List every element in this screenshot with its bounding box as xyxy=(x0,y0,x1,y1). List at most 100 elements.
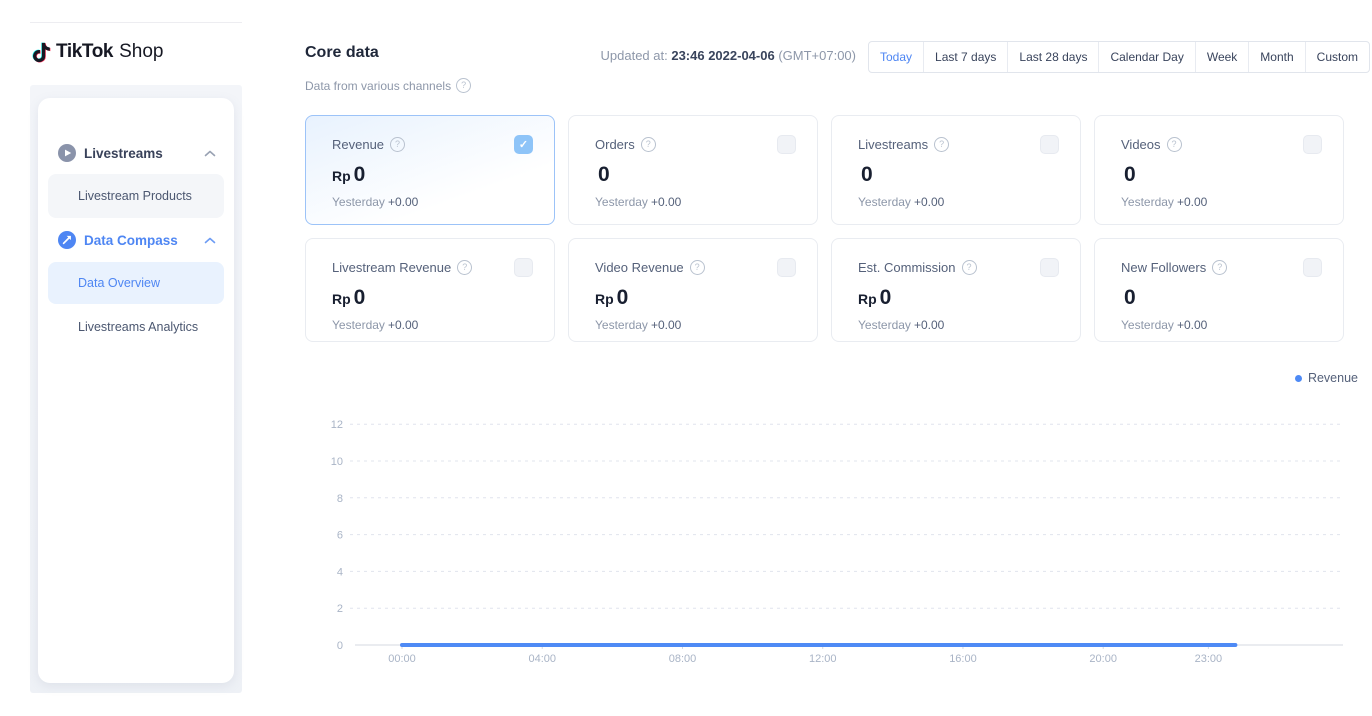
metric-checkbox[interactable]: ✓ xyxy=(514,135,533,154)
chevron-up-icon[interactable] xyxy=(204,237,216,244)
svg-text:0: 0 xyxy=(337,640,343,652)
metric-card-revenue[interactable]: Revenue?✓ Rp0 Yesterday+0.00 xyxy=(305,115,555,225)
svg-text:12: 12 xyxy=(331,419,343,431)
metric-checkbox[interactable] xyxy=(777,258,796,277)
chevron-up-icon[interactable] xyxy=(204,150,216,157)
revenue-line-chart: 02468101200:0004:0008:0012:0016:0020:002… xyxy=(303,385,1372,685)
compare-label: Yesterday xyxy=(1121,318,1174,332)
tab-week[interactable]: Week xyxy=(1196,42,1249,72)
tab-today[interactable]: Today xyxy=(869,42,924,72)
svg-text:20:00: 20:00 xyxy=(1089,653,1117,665)
tab-custom[interactable]: Custom xyxy=(1306,42,1369,72)
sidebar-item-livestreams-analytics[interactable]: Livestreams Analytics xyxy=(48,316,224,338)
svg-text:08:00: 08:00 xyxy=(669,653,697,665)
metric-checkbox[interactable] xyxy=(1040,258,1059,277)
metric-checkbox[interactable] xyxy=(1040,135,1059,154)
compare-label: Yesterday xyxy=(332,318,385,332)
help-icon[interactable]: ? xyxy=(641,137,656,152)
page-subtitle: Data from various channels ? xyxy=(305,78,471,93)
metric-checkbox[interactable] xyxy=(777,135,796,154)
metric-label: New Followers xyxy=(1121,260,1206,275)
metric-label: Video Revenue xyxy=(595,260,684,275)
help-icon[interactable]: ? xyxy=(390,137,405,152)
metric-checkbox[interactable] xyxy=(514,258,533,277)
metric-checkbox[interactable] xyxy=(1303,258,1322,277)
updated-time: 23:46 2022-04-06 xyxy=(671,48,774,63)
metric-card-est-commission[interactable]: Est. Commission? Rp0 Yesterday+0.00 xyxy=(831,238,1081,342)
change-value: +0.00 xyxy=(651,318,681,332)
help-icon[interactable]: ? xyxy=(934,137,949,152)
date-range-tabs: Today Last 7 days Last 28 days Calendar … xyxy=(868,41,1370,73)
metric-card-new-followers[interactable]: New Followers? 0 Yesterday+0.00 xyxy=(1094,238,1344,342)
tiktok-note-icon xyxy=(30,41,53,64)
metric-card-livestreams[interactable]: Livestreams? 0 Yesterday+0.00 xyxy=(831,115,1081,225)
metric-checkbox[interactable] xyxy=(1303,135,1322,154)
svg-text:10: 10 xyxy=(331,456,343,468)
metric-value: Rp0 xyxy=(595,286,795,310)
svg-text:6: 6 xyxy=(337,530,343,542)
metric-card-livestream-revenue[interactable]: Livestream Revenue? Rp0 Yesterday+0.00 xyxy=(305,238,555,342)
tiktok-shop-logo: TikTok Shop xyxy=(30,38,163,66)
change-value: +0.00 xyxy=(651,195,681,209)
svg-text:04:00: 04:00 xyxy=(528,653,556,665)
legend-item-revenue[interactable]: Revenue xyxy=(1295,371,1358,385)
tab-last-7-days[interactable]: Last 7 days xyxy=(924,42,1008,72)
brand-name-shop: Shop xyxy=(119,41,163,63)
sidebar-item-label: Livestreams Analytics xyxy=(78,320,198,334)
page-title: Core data xyxy=(305,44,379,62)
play-circle-icon xyxy=(58,144,76,162)
help-icon[interactable]: ? xyxy=(962,260,977,275)
svg-text:4: 4 xyxy=(337,566,343,578)
metric-label: Livestreams xyxy=(858,137,928,152)
compass-arrow-icon xyxy=(58,231,76,249)
metric-value: Rp0 xyxy=(858,286,1058,310)
metric-label: Revenue xyxy=(332,137,384,152)
sidebar: Livestreams Livestream Products Data Com… xyxy=(30,85,242,693)
compare-label: Yesterday xyxy=(858,195,911,209)
change-value: +0.00 xyxy=(914,318,944,332)
brand-name-bold: TikTok xyxy=(56,41,113,63)
compare-label: Yesterday xyxy=(858,318,911,332)
sidebar-item-data-compass[interactable]: Data Compass xyxy=(38,229,234,251)
compare-label: Yesterday xyxy=(332,195,385,209)
help-icon[interactable]: ? xyxy=(690,260,705,275)
legend-dot xyxy=(1295,375,1302,382)
svg-text:2: 2 xyxy=(337,603,343,615)
help-icon[interactable]: ? xyxy=(456,78,471,93)
compare-label: Yesterday xyxy=(595,318,648,332)
svg-text:00:00: 00:00 xyxy=(388,653,416,665)
updated-at: Updated at: 23:46 2022-04-06 (GMT+07:00) xyxy=(601,48,857,63)
metric-value: 0 xyxy=(595,163,795,187)
tab-last-28-days[interactable]: Last 28 days xyxy=(1008,42,1099,72)
change-value: +0.00 xyxy=(388,318,418,332)
sidebar-item-livestream-products[interactable]: Livestream Products xyxy=(48,174,224,218)
metric-card-video-revenue[interactable]: Video Revenue? Rp0 Yesterday+0.00 xyxy=(568,238,818,342)
help-icon[interactable]: ? xyxy=(1167,137,1182,152)
updated-timezone: (GMT+07:00) xyxy=(778,48,856,63)
change-value: +0.00 xyxy=(1177,195,1207,209)
tab-month[interactable]: Month xyxy=(1249,42,1305,72)
help-icon[interactable]: ? xyxy=(457,260,472,275)
legend-label: Revenue xyxy=(1308,371,1358,385)
metric-card-orders[interactable]: Orders? 0 Yesterday+0.00 xyxy=(568,115,818,225)
metric-value: 0 xyxy=(1121,163,1321,187)
metric-label: Orders xyxy=(595,137,635,152)
sidebar-item-data-overview[interactable]: Data Overview xyxy=(48,262,224,304)
metric-card-videos[interactable]: Videos? 0 Yesterday+0.00 xyxy=(1094,115,1344,225)
metric-cards-grid: Revenue?✓ Rp0 Yesterday+0.00 Orders? 0 Y… xyxy=(305,115,1344,342)
sidebar-group-label: Livestreams xyxy=(84,146,163,161)
help-icon[interactable]: ? xyxy=(1212,260,1227,275)
tab-calendar-day[interactable]: Calendar Day xyxy=(1099,42,1195,72)
change-value: +0.00 xyxy=(1177,318,1207,332)
sidebar-item-livestreams[interactable]: Livestreams xyxy=(38,142,234,164)
metric-value: Rp0 xyxy=(332,286,532,310)
metric-label: Videos xyxy=(1121,137,1161,152)
sidebar-item-label: Data Overview xyxy=(78,276,160,290)
metric-label: Livestream Revenue xyxy=(332,260,451,275)
sidebar-group-label: Data Compass xyxy=(84,233,178,248)
sidebar-top-divider xyxy=(30,22,242,23)
compare-label: Yesterday xyxy=(595,195,648,209)
svg-text:16:00: 16:00 xyxy=(949,653,977,665)
sidebar-menu: Livestreams Livestream Products Data Com… xyxy=(38,98,234,683)
metric-value: 0 xyxy=(1121,286,1321,310)
